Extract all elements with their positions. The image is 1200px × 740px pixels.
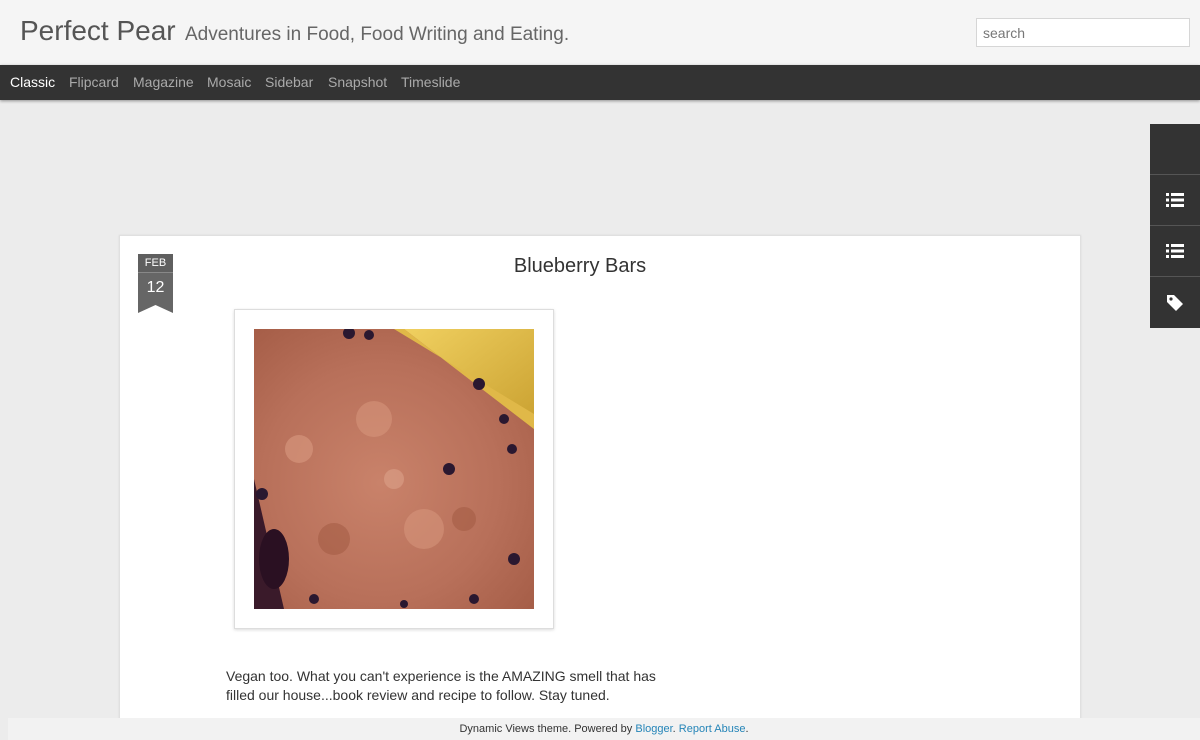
nav-item-snapshot[interactable]: Snapshot [328, 74, 387, 90]
side-tab-blank[interactable] [1150, 124, 1200, 175]
list-icon [1166, 244, 1184, 258]
search-input[interactable] [976, 18, 1190, 47]
side-tabs [1150, 124, 1200, 328]
nav-item-timeslide[interactable]: Timeslide [401, 74, 460, 90]
blog-description: Adventures in Food, Food Writing and Eat… [185, 24, 570, 45]
nav-item-magazine[interactable]: Magazine [133, 74, 194, 90]
blog-header: Perfect Pear Adventures in Food, Food Wr… [0, 0, 1200, 65]
side-tab-archive[interactable] [1150, 175, 1200, 226]
nav-item-flipcard[interactable]: Flipcard [69, 74, 119, 90]
post-card: FEB 12 Blueberry Bars Vegan too. What yo… [119, 235, 1081, 735]
footer-suffix: . [745, 723, 749, 735]
footer-text: Dynamic Views theme. Powered by [459, 723, 636, 735]
post-body: Vegan too. What you can't experience is … [226, 668, 656, 703]
report-abuse-link[interactable]: Report Abuse [679, 723, 746, 735]
list-icon [1166, 193, 1184, 207]
blogger-link[interactable]: Blogger [635, 723, 672, 735]
blog-title[interactable]: Perfect Pear [20, 15, 176, 47]
tag-icon [1167, 294, 1183, 311]
nav-item-classic[interactable]: Classic [10, 74, 55, 90]
view-nav-bar: Classic Flipcard Magazine Mosaic Sidebar… [0, 65, 1200, 100]
post-image-frame[interactable] [234, 309, 554, 629]
date-day: 12 [138, 273, 173, 313]
side-tab-labels[interactable] [1150, 277, 1200, 328]
post-image[interactable] [254, 329, 534, 609]
nav-item-mosaic[interactable]: Mosaic [207, 74, 251, 90]
page-footer: Dynamic Views theme. Powered by Blogger.… [8, 718, 1200, 740]
nav-item-sidebar[interactable]: Sidebar [265, 74, 313, 90]
post-title[interactable]: Blueberry Bars [120, 255, 1040, 278]
side-tab-pages[interactable] [1150, 226, 1200, 277]
